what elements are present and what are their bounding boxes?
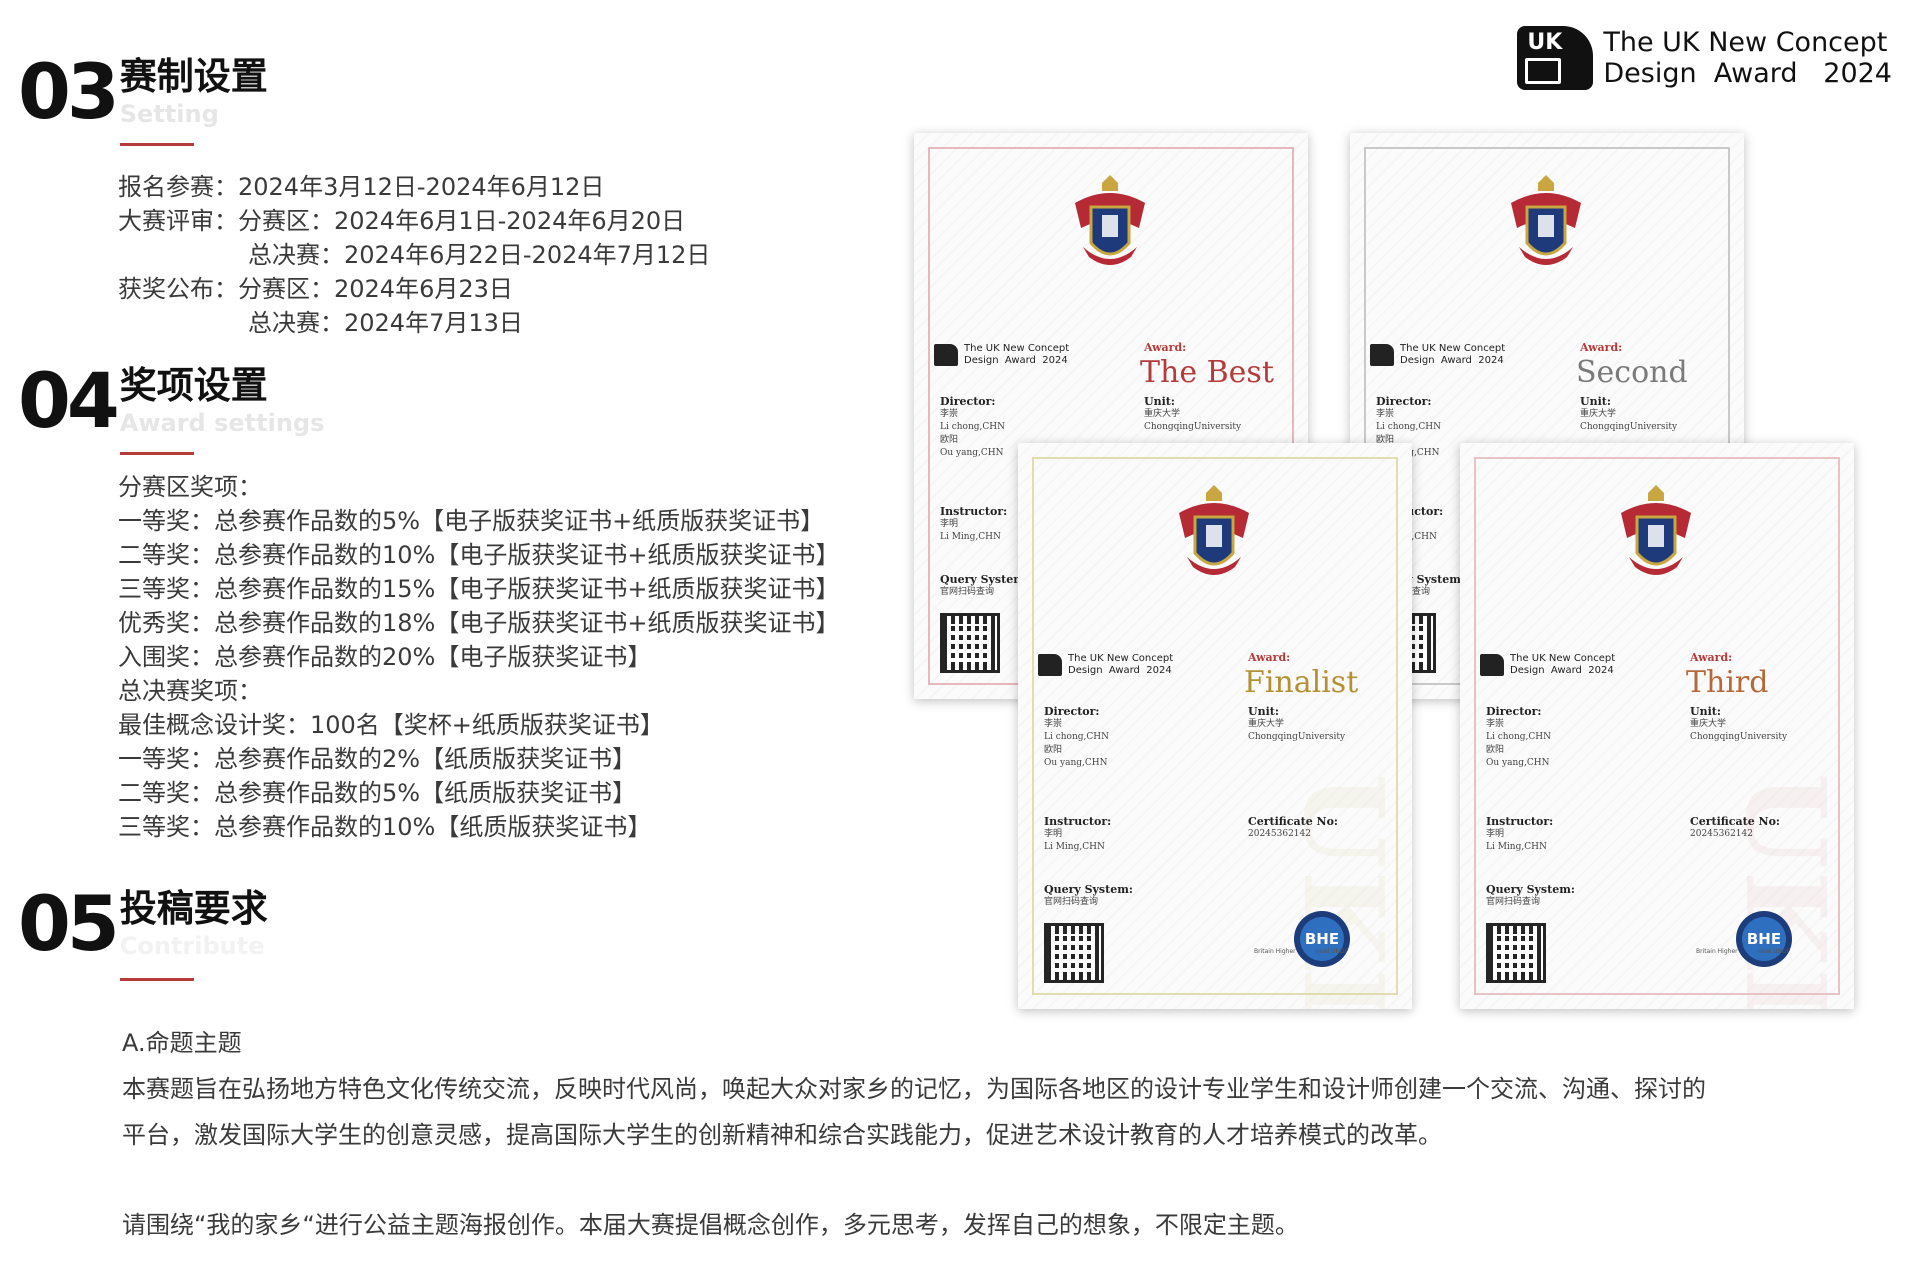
section-title-cn: 投稿要求	[119, 887, 268, 930]
cert-logo-line-2: Design Award 2024	[1068, 665, 1172, 676]
award-line: 一等奖：总参赛作品数的5%【电子版获奖证书+纸质版获奖证书】	[118, 507, 825, 535]
brand-logo: UK The UK New Concept Design Award 2024	[1517, 26, 1892, 90]
schedule-list: 报名参赛：2024年3月12日-2024年6月12日 大赛评审：分赛区：2024…	[118, 170, 710, 340]
award-label: Award:	[1248, 651, 1291, 664]
schedule-line: 大赛评审：分赛区：2024年6月1日-2024年6月20日	[118, 207, 686, 235]
cert-logo-line-1: The UK New Concept	[1400, 343, 1506, 354]
ukda-logo-icon	[1480, 654, 1504, 676]
certificate-number-block: Certificate No: 20245362142	[1248, 815, 1338, 839]
director-block: Director: 李崇 Li chong,CHN 欧阳 Ou yang,CHN	[1486, 705, 1551, 768]
award-label: Award:	[1580, 341, 1623, 354]
section-divider	[120, 978, 194, 981]
section-05-header: 05 投稿要求 Contribute	[18, 886, 268, 962]
contribute-subhead: A.命题主题	[122, 1029, 242, 1057]
query-block: Query System: 官网扫码查询	[1486, 883, 1575, 907]
unit-block: Unit: 重庆大学 ChongqingUniversity	[1144, 395, 1242, 432]
certificate-third: UKDA The UK New Concept Design Award 202…	[1460, 443, 1854, 1009]
section-number: 03	[18, 47, 120, 136]
seal-caption: Britain Higher ional UNDP	[1254, 948, 1349, 955]
award-line: 优秀奖：总参赛作品数的18%【电子版获奖证书+纸质版获奖证书】	[118, 609, 840, 637]
director-block: Director: 李崇 Li chong,CHN 欧阳 Ou yang,CHN	[1044, 705, 1109, 768]
award-line: 最佳概念设计奖：100名【奖杯+纸质版获奖证书】	[118, 711, 664, 739]
award-line: 分赛区奖项：	[118, 473, 262, 501]
section-03-header: 03 赛制设置 Setting	[18, 54, 268, 130]
ukda-logo-icon: UK	[1517, 26, 1594, 90]
section-divider	[120, 452, 194, 455]
award-line: 二等奖：总参赛作品数的10%【电子版获奖证书+纸质版获奖证书】	[118, 541, 840, 569]
certificate-number-block: Certificate No: 20245362142	[1690, 815, 1780, 839]
section-divider	[120, 143, 194, 146]
award-line: 总决赛奖项：	[118, 677, 262, 705]
instructor-block: Instructor: 李明 Li Ming,CHN	[940, 505, 1008, 542]
award-line: 三等奖：总参赛作品数的10%【纸质版获奖证书】	[118, 813, 652, 841]
section-title-en: Setting	[119, 100, 219, 128]
brand-line-1: The UK New Concept	[1603, 27, 1888, 58]
section-number: 04	[18, 356, 120, 445]
unit-block: Unit: 重庆大学 ChongqingUniversity	[1690, 705, 1788, 742]
award-name: Second	[1576, 355, 1688, 390]
crest-icon	[1511, 175, 1581, 265]
award-line: 三等奖：总参赛作品数的15%【电子版获奖证书+纸质版获奖证书】	[118, 575, 840, 603]
crest-icon	[1179, 485, 1249, 575]
award-name: The Best	[1140, 355, 1274, 390]
contribute-paragraph-1-cont: 平台，激发国际大学生的创意灵感，提高国际大学生的创新精神和综合实践能力，促进艺术…	[122, 1121, 1442, 1149]
bhe-seal-icon: BHE	[1294, 911, 1350, 967]
cert-logo-line-1: The UK New Concept	[1510, 653, 1616, 664]
section-title-en: Award settings	[119, 409, 325, 437]
brand-line-2: Design Award 2024	[1603, 58, 1892, 89]
instructor-block: Instructor: 李明 Li Ming,CHN	[1486, 815, 1554, 852]
schedule-line: 获奖公布：分赛区：2024年6月23日	[118, 275, 513, 303]
qr-code-icon	[1486, 923, 1546, 983]
cert-logo-line-1: The UK New Concept	[964, 343, 1070, 354]
query-block: Query System: 官网扫码查询	[1044, 883, 1133, 907]
award-line: 入围奖：总参赛作品数的20%【电子版获奖证书】	[118, 643, 652, 671]
schedule-line: 报名参赛：2024年3月12日-2024年6月12日	[118, 173, 605, 201]
bhe-seal-icon: BHE	[1736, 911, 1792, 967]
section-04-header: 04 奖项设置 Award settings	[18, 363, 324, 439]
section-number: 05	[18, 879, 120, 968]
section-title-cn: 奖项设置	[119, 364, 268, 407]
schedule-line: 总决赛：2024年7月13日	[248, 309, 523, 337]
unit-block: Unit: 重庆大学 ChongqingUniversity	[1580, 395, 1678, 432]
award-name: Third	[1686, 665, 1769, 700]
qr-code-icon	[940, 613, 1000, 673]
contribute-paragraph-2: 请围绕“我的家乡“进行公益主题海报创作。本届大赛提倡概念创作，多元思考，发挥自己…	[122, 1211, 1299, 1239]
instructor-block: Instructor: 李明 Li Ming,CHN	[1044, 815, 1112, 852]
cert-logo-line-2: Design Award 2024	[1400, 355, 1504, 366]
certificate-watermark: UKDA	[1721, 773, 1850, 1009]
certificate-watermark: UKDA	[1279, 773, 1408, 1009]
award-name: Finalist	[1244, 665, 1359, 700]
schedule-line: 总决赛：2024年6月22日-2024年7月12日	[248, 241, 711, 269]
award-line: 二等奖：总参赛作品数的5%【纸质版获奖证书】	[118, 779, 637, 807]
crest-icon	[1075, 175, 1145, 265]
contribute-paragraph-1: 本赛题旨在弘扬地方特色文化传统交流，反映时代风尚，唤起大众对家乡的记忆，为国际各…	[122, 1075, 1706, 1103]
ukda-logo-icon	[1038, 654, 1062, 676]
cert-logo-line-2: Design Award 2024	[1510, 665, 1614, 676]
ukda-logo-icon	[934, 344, 958, 366]
unit-block: Unit: 重庆大学 ChongqingUniversity	[1248, 705, 1346, 742]
certificate-finalist: UKDA The UK New Concept Design Award 202…	[1018, 443, 1412, 1009]
award-label: Award:	[1690, 651, 1733, 664]
award-label: Award:	[1144, 341, 1187, 354]
award-line: 一等奖：总参赛作品数的2%【纸质版获奖证书】	[118, 745, 637, 773]
cert-logo-line-2: Design Award 2024	[964, 355, 1068, 366]
cert-logo-line-1: The UK New Concept	[1068, 653, 1174, 664]
awards-list: 分赛区奖项： 一等奖：总参赛作品数的5%【电子版获奖证书+纸质版获奖证书】 二等…	[118, 470, 839, 844]
seal-caption: Britain Higher ional UNDP	[1696, 948, 1791, 955]
qr-code-icon	[1044, 923, 1104, 983]
director-block: Director: 李崇 Li chong,CHN 欧阳 Ou yang,CHN	[940, 395, 1005, 458]
section-title-cn: 赛制设置	[119, 55, 268, 98]
query-block: Query System: 官网扫码查询	[940, 573, 1029, 597]
section-title-en: Contribute	[119, 932, 265, 960]
ukda-logo-icon	[1370, 344, 1394, 366]
crest-icon	[1621, 485, 1691, 575]
